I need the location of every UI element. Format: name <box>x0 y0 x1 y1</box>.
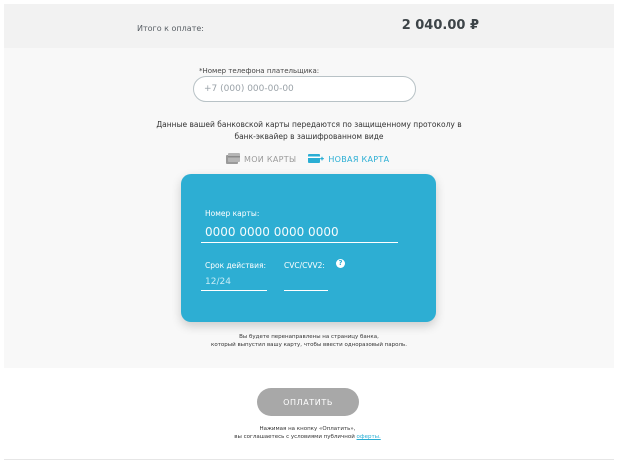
pay-button[interactable]: ОПЛАТИТЬ <box>257 388 359 416</box>
phone-input[interactable] <box>193 76 416 102</box>
tab-new-card-label: НОВАЯ КАРТА <box>328 154 390 164</box>
new-card-form: Номер карты: Срок действия: CVC/CVV2: ? <box>181 174 436 322</box>
tab-my-cards[interactable]: МОИ КАРТЫ <box>226 153 296 165</box>
terms-line-2: вы соглашаетесь с условиями публичной оф… <box>200 433 415 441</box>
bank-redirect-note: Вы будете перенаправлены на страницу бан… <box>164 333 454 349</box>
secure-note-line-2: банк-эквайер в зашифрованном виде <box>234 132 384 141</box>
payment-form: *Номер телефона плательщика: Данные ваше… <box>4 48 614 368</box>
expiry-input[interactable] <box>201 273 267 291</box>
redirect-note-line-1: Вы будете перенаправлены на страницу бан… <box>239 334 379 340</box>
tab-my-cards-label: МОИ КАРТЫ <box>244 154 297 164</box>
expiry-label: Срок действия: <box>205 261 266 270</box>
saved-cards-icon <box>226 153 240 164</box>
total-label: Итого к оплате: <box>137 24 204 33</box>
redirect-note-line-2: который выпустил вашу карту, чтобы ввест… <box>211 342 407 348</box>
total-amount: 2 040.00 ₽ <box>401 18 479 33</box>
terms-note: Нажимая на кнопку «Оплатить», вы соглаша… <box>200 425 415 441</box>
divider <box>4 459 614 460</box>
card-number-label: Номер карты: <box>205 209 260 218</box>
phone-label: *Номер телефона плательщика: <box>199 67 320 75</box>
card-number-input[interactable] <box>201 222 398 243</box>
terms-line-1: Нажимая на кнопку «Оплатить», <box>259 426 356 432</box>
payment-summary: Итого к оплате: 2 040.00 ₽ <box>4 4 614 48</box>
offer-link[interactable]: оферты. <box>357 434 381 440</box>
cvc-label: CVC/CVV2: <box>284 261 325 270</box>
cvc-input[interactable] <box>284 273 328 291</box>
card-tabs: МОИ КАРТЫ НОВАЯ КАРТА <box>226 152 389 166</box>
secure-note-line-1: Данные вашей банковской карты передаются… <box>156 120 462 129</box>
add-card-icon <box>308 154 325 163</box>
cvc-help-icon[interactable]: ? <box>336 259 345 268</box>
secure-transfer-note: Данные вашей банковской карты передаются… <box>144 119 474 143</box>
terms-line-2-text: вы соглашаетесь с условиями публичной <box>234 434 357 440</box>
tab-new-card[interactable]: НОВАЯ КАРТА <box>308 153 389 165</box>
